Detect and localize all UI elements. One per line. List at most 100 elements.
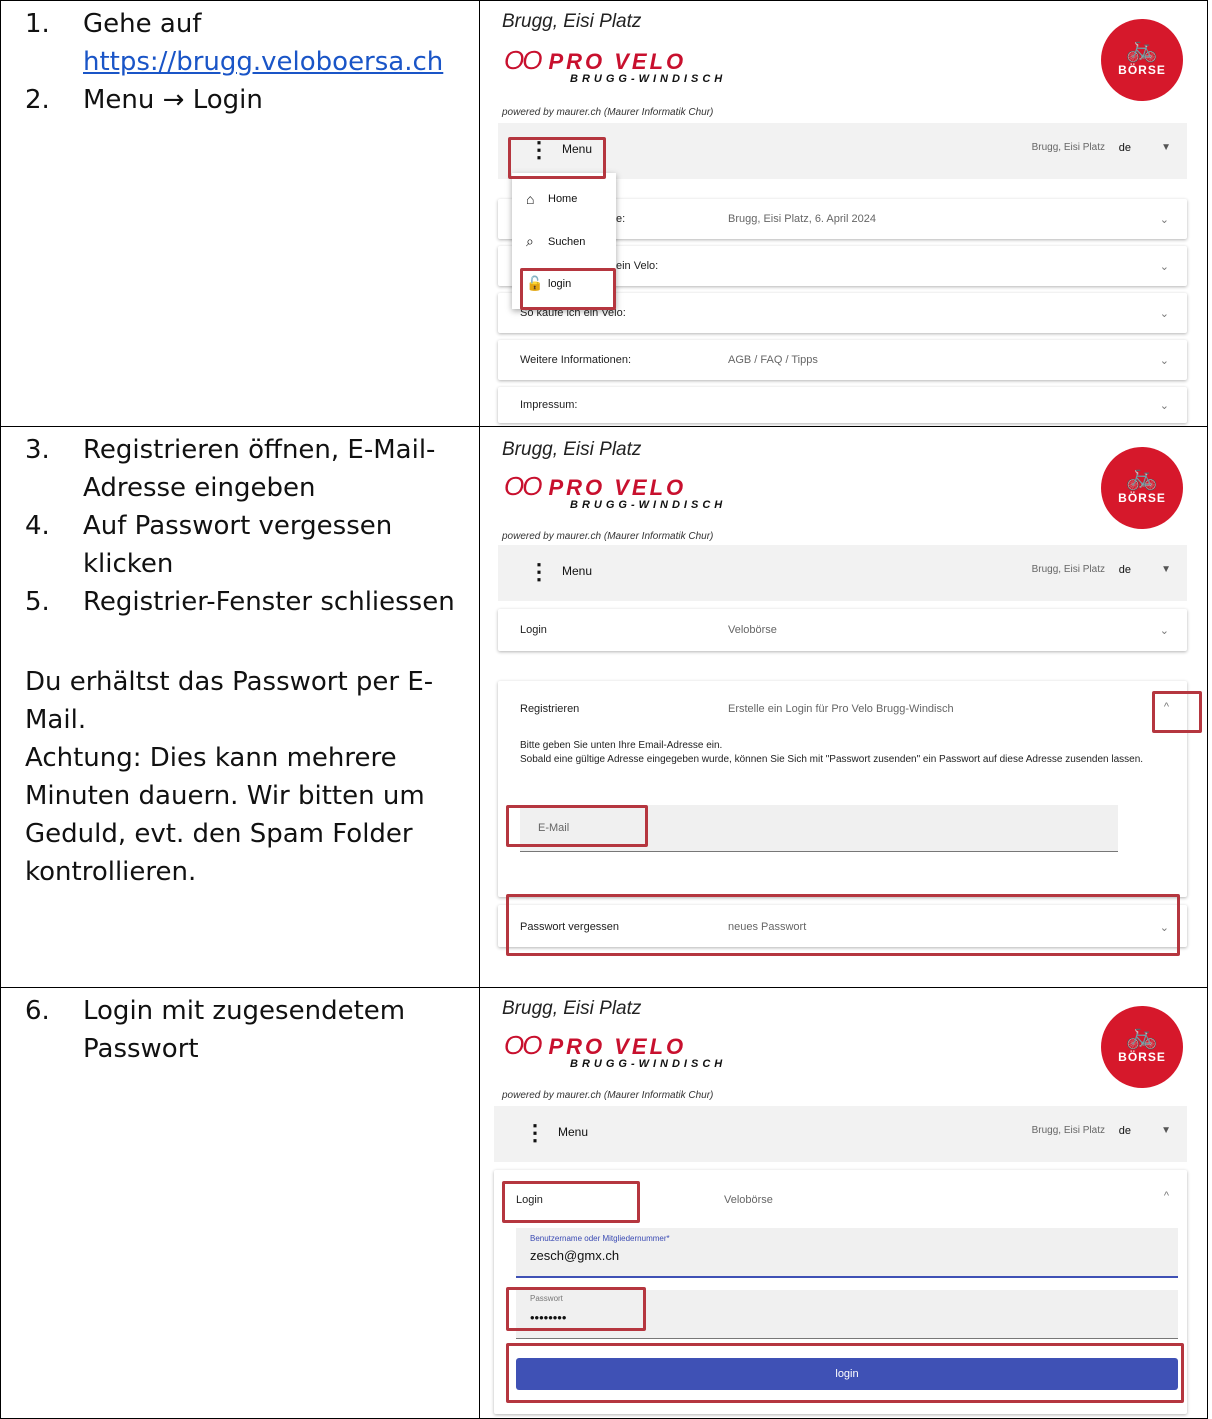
info-paragraph: Du erhältst das Passwort per E-Mail. xyxy=(25,667,434,735)
accordion-registrieren: Registrieren Erstelle ein Login für Pro … xyxy=(498,681,1187,897)
step-text: Registrier-Fenster schliessen xyxy=(83,587,455,617)
step-list: 6. Login mit zugesendetem Passwort xyxy=(1,988,479,1068)
bicycle-icon: 🚲 xyxy=(1125,461,1159,491)
highlight-box xyxy=(502,1181,640,1223)
step-text: Login mit zugesendetem Passwort xyxy=(83,996,406,1064)
highlight-box xyxy=(506,1287,646,1331)
menu-button[interactable]: Menu xyxy=(558,1125,588,1139)
card-subtitle: Velobörse xyxy=(728,624,777,636)
logo-subtitle: BRUGG-WINDISCH xyxy=(570,499,727,511)
boerse-badge: 🚲 BÖRSE xyxy=(1101,447,1183,529)
card-title: Impressum: xyxy=(520,399,578,411)
bicycle-icon: 🚲 xyxy=(1125,1020,1159,1050)
powered-by: powered by maurer.ch (Maurer Informatik … xyxy=(502,107,714,118)
chevron-down-icon[interactable]: ⌄ xyxy=(1160,307,1169,320)
logo-brand: PRO VELO xyxy=(548,475,687,500)
list-item: 3. Registrieren öffnen, E-Mail-Adresse e… xyxy=(1,431,479,507)
screenshot-cell: Brugg, Eisi Platz OO PRO VELO BRUGG-WINDI… xyxy=(479,426,1208,988)
language-select[interactable]: de xyxy=(1119,564,1131,576)
powered-by: powered by maurer.ch (Maurer Informatik … xyxy=(502,1090,714,1101)
pro-velo-logo: OO PRO VELO BRUGG-WINDISCH xyxy=(504,471,722,511)
step-label: Gehe auf xyxy=(83,9,202,39)
highlight-box xyxy=(1152,691,1202,733)
logo-brand: PRO VELO xyxy=(548,1034,687,1059)
location-label: Brugg, Eisi Platz xyxy=(1031,564,1105,575)
language-select[interactable]: de xyxy=(1119,142,1131,154)
step-text: Auf Passwort vergessen klicken xyxy=(83,511,393,579)
accordion-login[interactable]: Login Velobörse ⌄ xyxy=(498,609,1187,651)
username-field[interactable]: Benutzername oder Mitgliedernummer* zesc… xyxy=(516,1228,1178,1278)
card-title: ein Velo: xyxy=(616,260,659,272)
step-number: 6. xyxy=(25,996,50,1026)
screenshot-menu: Brugg, Eisi Platz OO PRO VELO BRUGG-WINDI… xyxy=(480,1,1207,426)
list-item: 6. Login mit zugesendetem Passwort xyxy=(1,992,479,1068)
badge-text: BÖRSE xyxy=(1118,63,1166,77)
menu-bar: ⋮ Menu Brugg, Eisi Platz de ▼ xyxy=(498,545,1187,601)
language-select[interactable]: de xyxy=(1119,1125,1131,1137)
more-vert-icon[interactable]: ⋮ xyxy=(528,559,550,585)
highlight-box xyxy=(506,894,1180,956)
accordion-item[interactable]: Weitere Informationen: AGB / FAQ / Tipps… xyxy=(498,340,1187,380)
card-subtitle: Erstelle ein Login für Pro Velo Brugg-Wi… xyxy=(728,703,954,715)
pro-velo-logo: OO PRO VELO BRUGG-WINDISCH xyxy=(504,45,722,85)
badge-text: BÖRSE xyxy=(1118,491,1166,505)
instruction-cell: 3. Registrieren öffnen, E-Mail-Adresse e… xyxy=(0,426,480,988)
step-number: 5. xyxy=(25,587,50,617)
list-item: 4. Auf Passwort vergessen klicken xyxy=(1,507,479,583)
accordion-item[interactable]: Impressum: ⌄ xyxy=(498,387,1187,423)
badge-text: BÖRSE xyxy=(1118,1050,1166,1064)
warning-paragraph: Achtung: Dies kann mehrere Minuten dauer… xyxy=(25,743,425,887)
step-list: 1. Gehe auf https://brugg.veloboersa.ch … xyxy=(1,1,479,119)
location-label: Brugg, Eisi Platz xyxy=(1031,1125,1105,1136)
more-vert-icon[interactable]: ⋮ xyxy=(524,1120,546,1146)
step-text: Gehe auf https://brugg.veloboersa.ch xyxy=(83,5,479,81)
table-row: 1. Gehe auf https://brugg.veloboersa.ch … xyxy=(0,0,1208,427)
info-line: Sobald eine gültige Adresse eingegeben w… xyxy=(520,754,1144,765)
table-row: 6. Login mit zugesendetem Passwort Brugg… xyxy=(0,987,1208,1419)
card-title: Login xyxy=(520,624,547,636)
info-line: Bitte geben Sie unten Ihre Email-Adresse… xyxy=(520,740,723,751)
step-text: Registrieren öffnen, E-Mail-Adresse eing… xyxy=(83,435,436,503)
highlight-box xyxy=(506,805,648,847)
step-list: 3. Registrieren öffnen, E-Mail-Adresse e… xyxy=(1,427,479,621)
step-number: 3. xyxy=(25,435,50,465)
table-row: 3. Registrieren öffnen, E-Mail-Adresse e… xyxy=(0,426,1208,988)
menu-item-suchen[interactable]: ⌕ Suchen xyxy=(526,233,585,250)
card-subtitle: AGB / FAQ / Tipps xyxy=(728,354,818,366)
highlight-box xyxy=(506,1343,1184,1403)
list-item: 5. Registrier-Fenster schliessen xyxy=(1,583,479,621)
menu-item-home[interactable]: ⌂ Home xyxy=(526,191,577,207)
chevron-down-icon[interactable]: ⌄ xyxy=(1160,354,1169,367)
menu-button[interactable]: Menu xyxy=(562,564,592,578)
chevron-down-icon[interactable]: ⌄ xyxy=(1160,260,1169,273)
chevron-down-icon[interactable]: ▼ xyxy=(1161,142,1171,153)
card-title: e: xyxy=(616,213,626,225)
highlight-box xyxy=(520,268,616,310)
instruction-table: 1. Gehe auf https://brugg.veloboersa.ch … xyxy=(0,0,1208,1419)
boerse-badge: 🚲 BÖRSE xyxy=(1101,1006,1183,1088)
bicycle-icon: 🚲 xyxy=(1125,33,1159,63)
step-number: 2. xyxy=(25,85,50,115)
chevron-down-icon[interactable]: ⌄ xyxy=(1160,399,1169,412)
site-link[interactable]: https://brugg.veloboersa.ch xyxy=(83,47,443,77)
card-title[interactable]: Registrieren xyxy=(520,703,579,715)
step-number: 4. xyxy=(25,511,50,541)
logo-rings: OO xyxy=(504,471,542,501)
chevron-down-icon[interactable]: ⌄ xyxy=(1160,213,1169,226)
logo-rings: OO xyxy=(504,45,542,75)
chevron-down-icon[interactable]: ▼ xyxy=(1161,564,1171,575)
highlight-box xyxy=(508,137,606,179)
chevron-up-icon[interactable]: ^ xyxy=(1164,1190,1169,1202)
chevron-down-icon[interactable]: ⌄ xyxy=(1160,624,1169,637)
step-number: 1. xyxy=(25,9,50,39)
menu-item-label: Home xyxy=(548,193,578,205)
location-title: Brugg, Eisi Platz xyxy=(502,439,642,460)
screenshot-login: Brugg, Eisi Platz OO PRO VELO BRUGG-WINDI… xyxy=(480,988,1207,1417)
logo-rings: OO xyxy=(504,1030,542,1060)
screenshot-cell: Brugg, Eisi Platz OO PRO VELO BRUGG-WINDI… xyxy=(479,987,1208,1419)
menu-item-label: Suchen xyxy=(548,235,586,248)
logo-subtitle: BRUGG-WINDISCH xyxy=(570,1058,727,1070)
menu-bar: ⋮ Menu Brugg, Eisi Platz de ▼ xyxy=(494,1106,1187,1162)
pro-velo-logo: OO PRO VELO BRUGG-WINDISCH xyxy=(504,1030,722,1070)
chevron-down-icon[interactable]: ▼ xyxy=(1161,1125,1171,1136)
